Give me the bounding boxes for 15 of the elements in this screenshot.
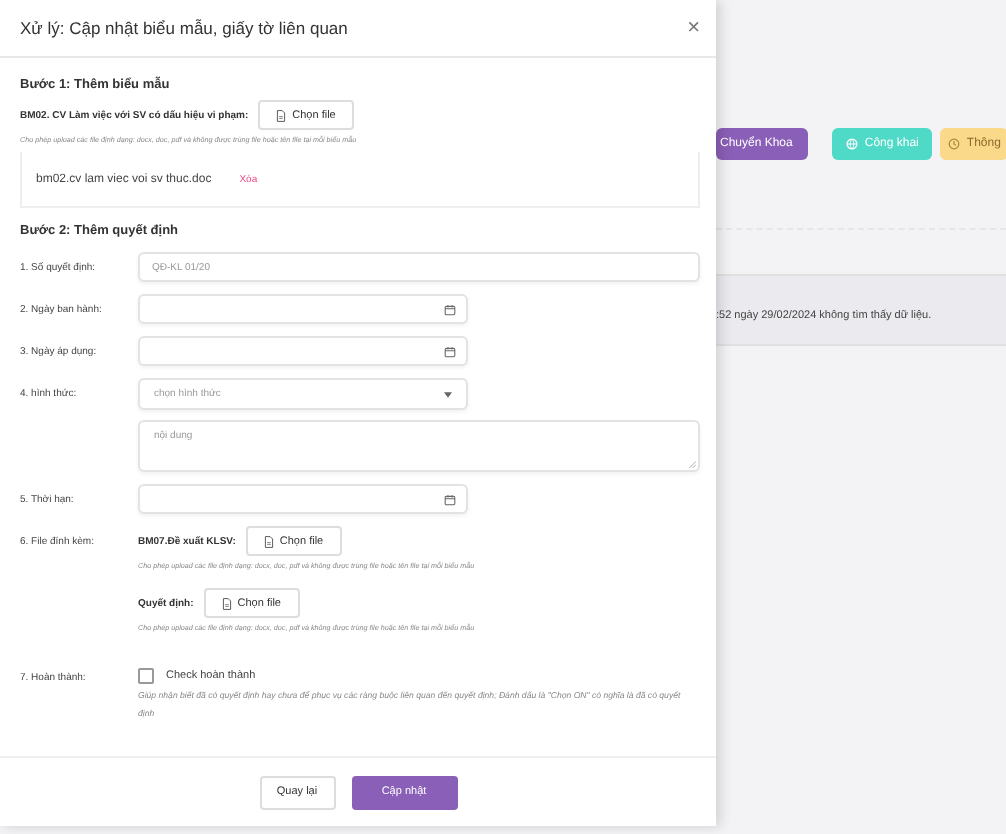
file-icon [276,109,287,121]
caret-icon [444,391,452,397]
file-icon [263,535,274,547]
globe-icon [846,138,859,150]
calendar-icon [444,345,456,357]
file-icon [221,597,232,609]
date-field[interactable] [138,484,468,514]
calendar-icon [444,303,456,315]
close-button[interactable]: × [687,17,700,39]
date-field[interactable] [138,294,468,324]
calendar-icon [444,493,456,505]
checkbox[interactable] [138,668,154,684]
date-field[interactable] [138,336,468,366]
clock-icon [948,138,961,150]
dialog-title: Xử lý: Cập nhật biểu mẫu, giấy tờ liên quan [20,18,348,38]
